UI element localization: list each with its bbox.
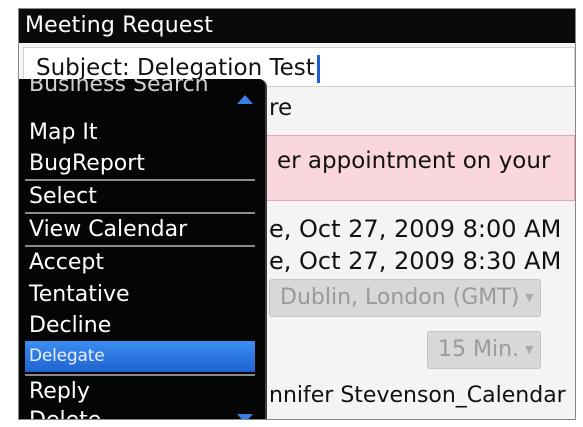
conflict-notice-text: er appointment on your	[277, 148, 551, 174]
reminder-dropdown[interactable]: 15 Min. ▼	[427, 331, 541, 369]
subject-text: Subject: Delegation Test	[36, 55, 315, 81]
chevron-down-icon: ▼	[525, 343, 534, 356]
context-menu: Business Search Map It BugReport Select View…	[19, 79, 267, 419]
calendar-field[interactable]: nnifer Stevenson_Calendar	[269, 383, 566, 408]
start-datetime-field[interactable]: e, Oct 27, 2009 8:00 AM	[269, 215, 561, 243]
location-field[interactable]: re	[269, 95, 292, 121]
menu-item-reply[interactable]: Reply	[25, 374, 255, 405]
window-title: Meeting Request	[19, 9, 575, 43]
menu-item-delete[interactable]: Delete	[25, 405, 255, 419]
menu-item-bugreport[interactable]: BugReport	[25, 148, 255, 179]
end-datetime-field[interactable]: e, Oct 27, 2009 8:30 AM	[269, 247, 561, 275]
timezone-value: Dublin, London (GMT)	[280, 285, 520, 310]
meeting-request-screen: Meeting Request Subject: Delegation Test…	[18, 8, 576, 420]
menu-item-decline[interactable]: Decline	[25, 310, 255, 341]
menu-item-select[interactable]: Select	[25, 179, 255, 210]
reminder-value: 15 Min.	[438, 337, 520, 362]
scroll-down-arrow-icon[interactable]	[237, 414, 253, 419]
chevron-down-icon: ▼	[525, 291, 534, 304]
menu-item-tentative[interactable]: Tentative	[25, 279, 255, 310]
menu-item-view-calendar[interactable]: View Calendar	[25, 212, 255, 243]
menu-item-accept[interactable]: Accept	[25, 245, 255, 276]
menu-item-map-it[interactable]: Map It	[25, 117, 255, 148]
menu-item-delegate[interactable]: Delegate	[25, 341, 255, 372]
text-cursor	[316, 54, 320, 83]
timezone-dropdown[interactable]: Dublin, London (GMT) ▼	[269, 279, 541, 317]
menu-item-business-search[interactable]: Business Search	[25, 79, 255, 100]
